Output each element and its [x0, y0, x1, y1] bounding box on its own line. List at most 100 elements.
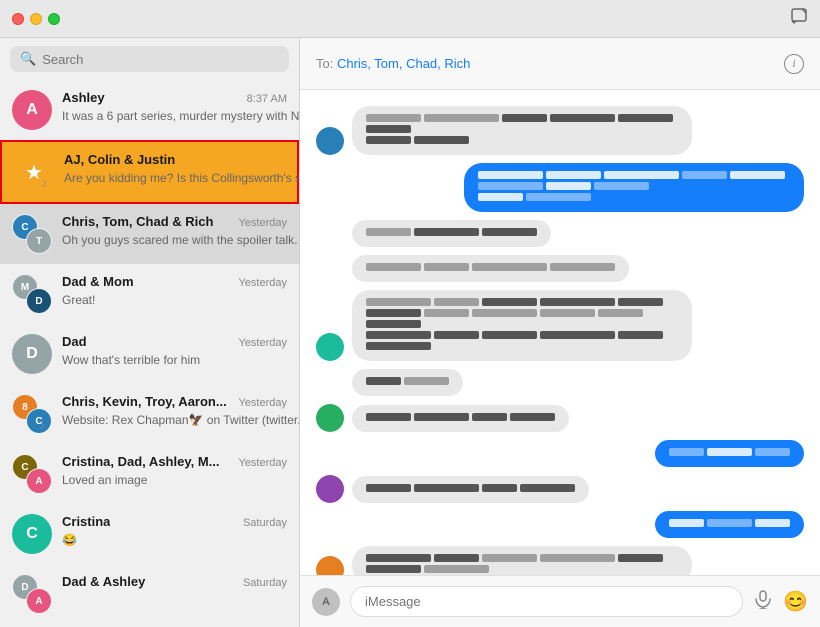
message-avatar	[316, 333, 344, 361]
message-row-9	[316, 511, 804, 538]
message-bubble	[655, 511, 804, 538]
sidebar: 🔍 A Ashley 8:37 AM It was a 6 part serie…	[0, 38, 300, 627]
conv-header: Chris, Tom, Chad & Rich Yesterday	[62, 214, 287, 229]
group-avatar: D A	[12, 574, 52, 614]
message-row-1	[316, 163, 804, 212]
message-avatar	[316, 556, 344, 575]
avatar: D	[12, 334, 52, 374]
conversation-item-dad-mom[interactable]: M D Dad & Mom Yesterday Great!	[0, 264, 299, 324]
conv-name: Chris, Tom, Chad & Rich	[62, 214, 213, 229]
avatar-2: D	[26, 288, 52, 314]
conversation-item-cristina[interactable]: C Cristina Saturday 😂	[0, 504, 299, 564]
conversation-item-dad[interactable]: D Dad Yesterday Wow that's terrible for …	[0, 324, 299, 384]
maximize-button[interactable]	[48, 13, 60, 25]
conv-content: Dad & Mom Yesterday Great!	[62, 274, 287, 309]
pinned-avatar: ★	[14, 152, 54, 192]
message-avatar	[316, 475, 344, 503]
message-row-7	[316, 440, 804, 467]
conversation-item-ashley[interactable]: A Ashley 8:37 AM It was a 6 part series,…	[0, 80, 299, 140]
message-row-6	[316, 404, 804, 432]
message-avatar	[316, 127, 344, 155]
conv-name: AJ, Colin & Justin	[64, 152, 175, 167]
conversation-item-cristina-dad-ashley-m[interactable]: C A Cristina, Dad, Ashley, M... Yesterda…	[0, 444, 299, 504]
message-row-5	[316, 369, 804, 396]
conversation-item-aj-colin-justin[interactable]: ★ AJ, Colin & Justin Are you kidding me?…	[0, 140, 299, 204]
conv-time: Yesterday	[238, 277, 287, 289]
avatar: A	[12, 90, 52, 130]
conv-content: Cristina Saturday 😂	[62, 514, 287, 549]
conv-content: Chris, Kevin, Troy, Aaron... Yesterday W…	[62, 394, 287, 429]
group-avatar: M D	[12, 274, 52, 314]
conv-header: Dad & Mom Yesterday	[62, 274, 287, 289]
moon-icon: ☽	[38, 179, 47, 190]
avatar-2: T	[26, 228, 52, 254]
conv-preview: Are you kidding me? Is this Collingswort…	[64, 171, 299, 185]
avatar: C	[12, 514, 52, 554]
message-bubble	[464, 163, 804, 212]
close-button[interactable]	[12, 13, 24, 25]
conv-name: Cristina	[62, 514, 110, 529]
message-input[interactable]	[350, 586, 743, 617]
conv-header: Dad Yesterday	[62, 334, 287, 349]
conversation-item-chris-kevin-troy-aaron[interactable]: 8 C Chris, Kevin, Troy, Aaron... Yesterd…	[0, 384, 299, 444]
conv-header: Chris, Kevin, Troy, Aaron... Yesterday	[62, 394, 287, 409]
message-row-10	[316, 546, 804, 575]
conv-preview: Loved an image	[62, 473, 147, 487]
search-input[interactable]	[42, 52, 279, 67]
conv-time: Saturday	[243, 517, 287, 529]
conversation-item-chris-tom-chad-rich[interactable]: C T Chris, Tom, Chad & Rich Yesterday Oh…	[0, 204, 299, 264]
conv-preview: 😂	[62, 533, 77, 547]
main-content: 🔍 A Ashley 8:37 AM It was a 6 part serie…	[0, 38, 820, 627]
conv-content: Dad Yesterday Wow that's terrible for hi…	[62, 334, 287, 369]
message-bubble	[352, 546, 692, 575]
traffic-lights	[12, 13, 60, 25]
conversations-list: A Ashley 8:37 AM It was a 6 part series,…	[0, 80, 299, 627]
message-row-2	[316, 220, 804, 247]
recipient-names: Chris, Tom, Chad, Rich	[337, 56, 470, 71]
message-bubble	[352, 106, 692, 155]
conv-name: Chris, Kevin, Troy, Aaron...	[62, 394, 227, 409]
conv-preview: Wow that's terrible for him	[62, 353, 200, 367]
conv-time: Saturday	[243, 577, 287, 589]
conv-time: 8:37 AM	[247, 93, 287, 105]
titlebar	[0, 0, 820, 38]
audio-icon[interactable]	[753, 589, 773, 614]
conv-content: Ashley 8:37 AM It was a 6 part series, m…	[62, 90, 287, 125]
my-avatar: A	[312, 588, 340, 616]
conv-time: Yesterday	[238, 337, 287, 349]
group-avatar: 8 C	[12, 394, 52, 434]
message-row-0	[316, 106, 804, 155]
group-avatar: C T	[12, 214, 52, 254]
search-input-wrap[interactable]: 🔍	[10, 46, 289, 72]
compose-icon[interactable]	[790, 7, 808, 30]
message-bubble	[352, 405, 569, 432]
message-bubble	[352, 476, 589, 503]
conv-header: Ashley 8:37 AM	[62, 90, 287, 105]
conv-time: Yesterday	[238, 217, 287, 229]
message-avatar	[316, 404, 344, 432]
conv-preview: Website: Rex Chapman🦅 on Twitter (twitte…	[62, 413, 299, 427]
emoji-icon[interactable]: 😊	[783, 589, 808, 614]
minimize-button[interactable]	[30, 13, 42, 25]
conv-name: Cristina, Dad, Ashley, M...	[62, 454, 219, 469]
conversation-item-dad-ashley[interactable]: D A Dad & Ashley Saturday	[0, 564, 299, 624]
conv-name: Dad & Mom	[62, 274, 134, 289]
message-row-4	[316, 290, 804, 361]
conv-header: AJ, Colin & Justin	[64, 152, 285, 167]
search-icon: 🔍	[20, 51, 36, 67]
conv-header: Cristina, Dad, Ashley, M... Yesterday	[62, 454, 287, 469]
conv-content: AJ, Colin & Justin Are you kidding me? I…	[64, 152, 285, 187]
conv-preview: Oh you guys scared me with the spoiler t…	[62, 233, 297, 247]
message-bubble	[352, 255, 629, 282]
info-icon[interactable]: i	[784, 54, 804, 74]
avatar-2: A	[26, 588, 52, 614]
chat-input-area: A 😊	[300, 575, 820, 627]
chat-area: To: Chris, Tom, Chad, Rich i	[300, 38, 820, 627]
conv-name: Ashley	[62, 90, 105, 105]
conv-content: Chris, Tom, Chad & Rich Yesterday Oh you…	[62, 214, 287, 249]
conv-header: Cristina Saturday	[62, 514, 287, 529]
message-bubble	[352, 290, 692, 361]
message-bubble	[352, 220, 551, 247]
avatar-2: A	[26, 468, 52, 494]
conv-content: Cristina, Dad, Ashley, M... Yesterday Lo…	[62, 454, 287, 489]
